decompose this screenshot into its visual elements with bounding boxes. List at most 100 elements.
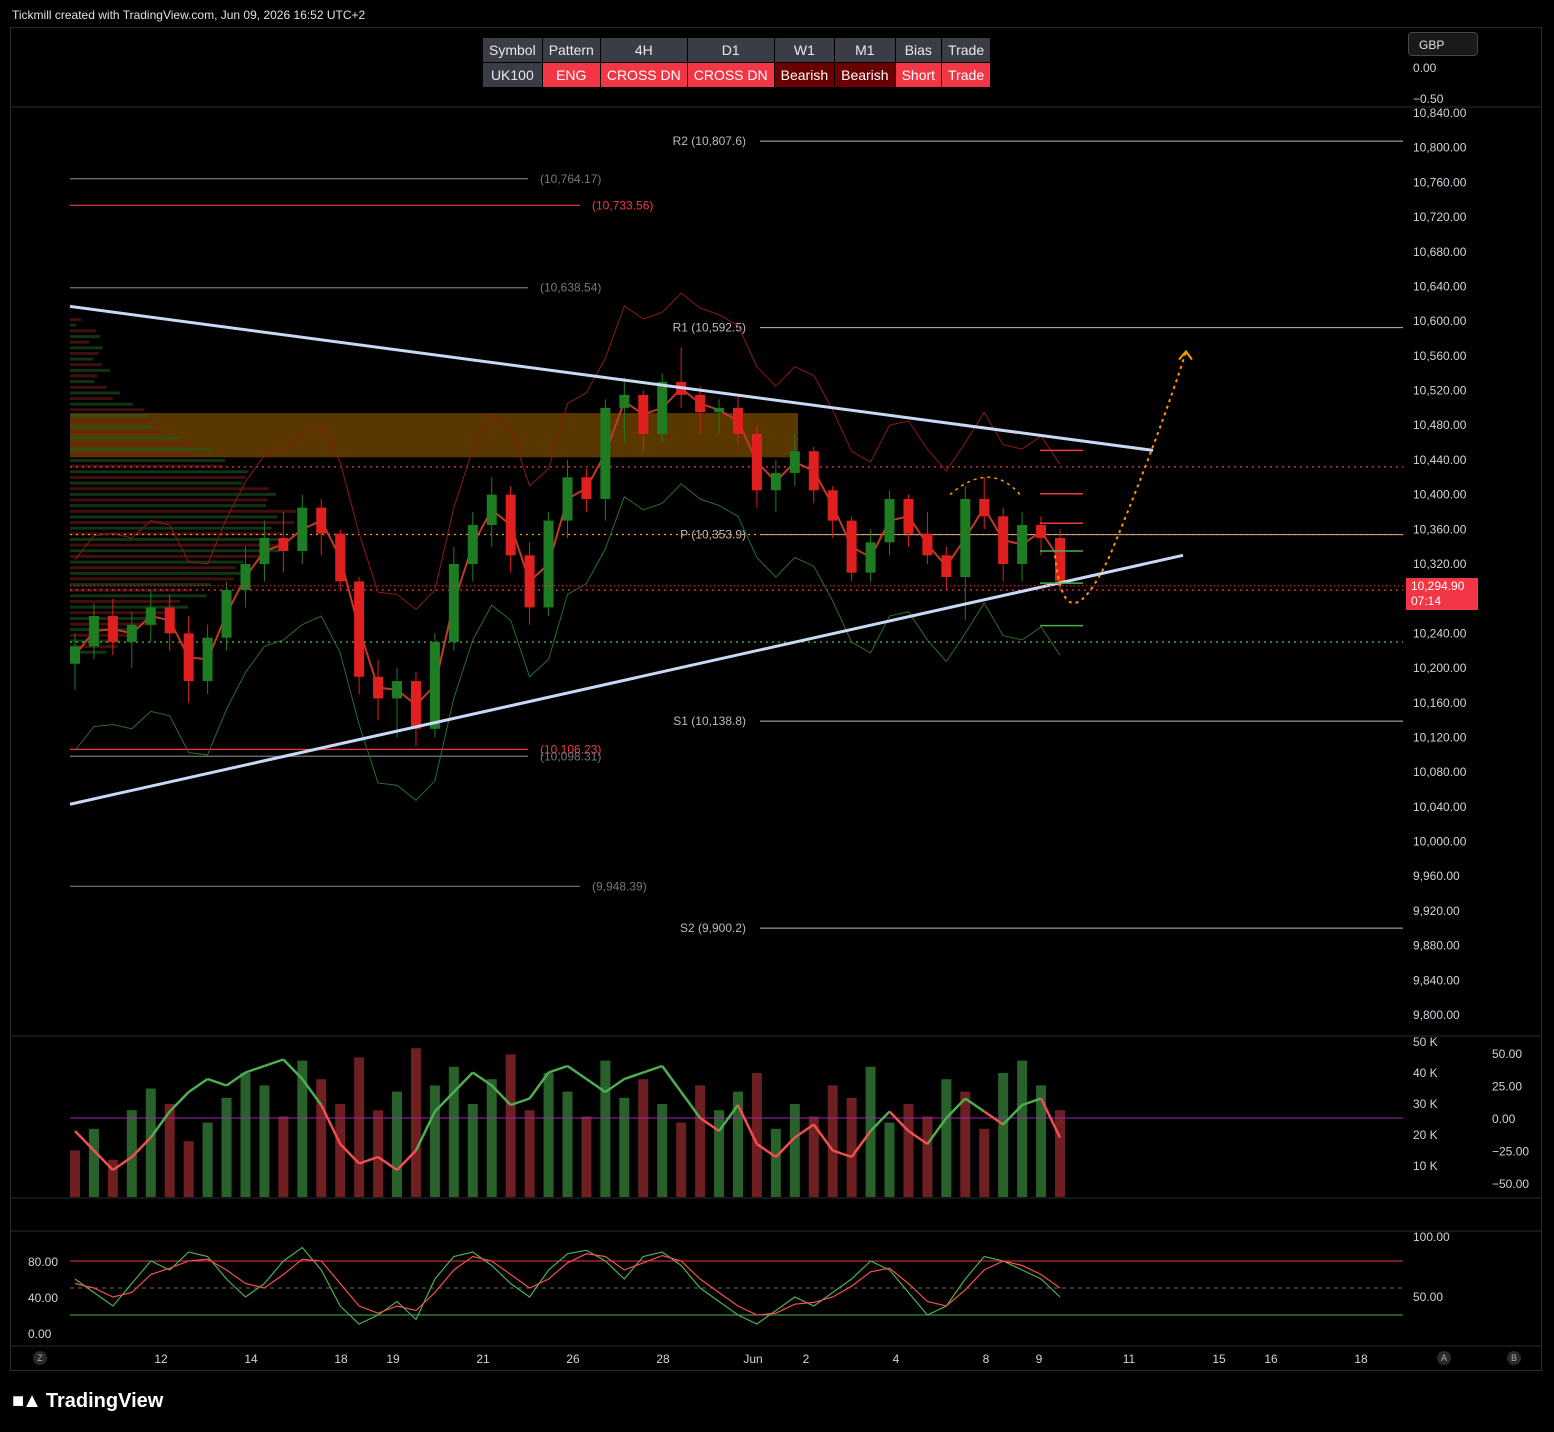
candle-body [922, 534, 932, 556]
volume-profile-bar [70, 476, 246, 479]
volume-bar [525, 1110, 535, 1197]
zoom-reset-button[interactable]: Z [33, 1351, 47, 1365]
x-axis-tick-label: 12 [154, 1352, 168, 1366]
volume-bar [922, 1116, 932, 1197]
signal-cell-m1: Bearish [835, 63, 894, 87]
candle-body [411, 681, 421, 729]
y-axis-tick-label: 10,440.00 [1413, 453, 1467, 467]
volume-axis-tick: 50 K [1413, 1035, 1438, 1049]
candle-body [960, 499, 970, 577]
stoch-axis-tick-left: 40.00 [28, 1291, 58, 1305]
y-axis-tick-label: 10,760.00 [1413, 175, 1467, 189]
volume-profile-bar [70, 425, 149, 428]
candle-body [600, 408, 610, 499]
volume-profile-bar [70, 335, 100, 338]
candle-body [771, 473, 781, 490]
x-axis-tick-label: 19 [386, 1352, 400, 1366]
signal-cell-4h: CROSS DN [601, 63, 687, 87]
oscillator-axis-tick: 50.00 [1492, 1047, 1522, 1061]
volume-profile-bar [70, 437, 180, 440]
candle-body [866, 542, 876, 572]
volume-profile-bar [70, 594, 207, 597]
candle-body [525, 555, 535, 607]
volume-profile-bar [70, 561, 243, 564]
volume-bar [1055, 1110, 1065, 1197]
chart-canvas[interactable]: 0.00 −0.5010,840.00 10,800.00 10,760.00 10,7… [0, 0, 1554, 1432]
signal-table-row: UK100 ENG CROSS DN CROSS DN Bearish Bear… [483, 63, 990, 87]
y-axis-tick-label: 10,000.00 [1413, 835, 1467, 849]
stoch-axis-tick-left: 0.00 [28, 1327, 52, 1341]
y-axis-tick-label: 10,800.00 [1413, 141, 1467, 155]
volume-profile-bar [70, 459, 225, 462]
oscillator-line-segment [624, 1073, 643, 1080]
x-axis-tick-label: 9 [1036, 1352, 1043, 1366]
oscillator-line-segment [473, 1073, 492, 1086]
y-axis-tick-label: 10,520.00 [1413, 384, 1467, 398]
pivot-level-label: R1 (10,592.5) [673, 321, 746, 335]
volume-profile-bar [70, 583, 211, 586]
signal-cell-w1: Bearish [775, 63, 834, 87]
x-axis-tick-label: 2 [803, 1352, 810, 1366]
volume-profile-bar [70, 465, 223, 468]
volume-profile-bar [70, 600, 180, 603]
volume-axis-tick: 30 K [1413, 1097, 1438, 1111]
candle-body [354, 581, 364, 676]
volume-profile [70, 318, 296, 654]
candle-body [638, 395, 648, 434]
volume-profile-bar [70, 397, 113, 400]
volume-bar [506, 1054, 516, 1197]
candle-body [430, 642, 440, 729]
currency-selector[interactable]: GBP [1408, 32, 1478, 56]
volume-bar [581, 1116, 591, 1197]
y-axis-tick-label: 9,960.00 [1413, 869, 1460, 883]
volume-bar [240, 1073, 250, 1197]
tradingview-wordmark: TradingView [46, 1390, 163, 1413]
signal-header-cell: D1 [688, 38, 774, 62]
top-scale-tick: −0.50 [1413, 92, 1444, 106]
candle-body [259, 538, 269, 564]
volume-profile-bar [70, 572, 249, 575]
candle-body [392, 681, 402, 698]
x-axis-tick-label: 14 [244, 1352, 258, 1366]
volume-bar [430, 1085, 440, 1197]
volume-bar [354, 1058, 364, 1198]
volume-profile-bar [70, 442, 190, 445]
volume-bar [278, 1116, 288, 1197]
oscillator-axis-tick: 25.00 [1492, 1080, 1522, 1094]
candle-body [714, 408, 724, 412]
volume-profile-bar [70, 374, 97, 377]
signal-cell-trade: Trade [942, 63, 990, 87]
projection-path [1055, 352, 1186, 604]
oscillator-axis-tick: −25.00 [1492, 1145, 1529, 1159]
x-axis-tick-label: 16 [1264, 1352, 1278, 1366]
volume-bar [89, 1129, 99, 1197]
oscillator-line-segment [568, 1066, 587, 1079]
volume-bar [1017, 1061, 1027, 1197]
volume-profile-bar [70, 577, 234, 580]
candle-body [998, 516, 1008, 564]
log-scale-button[interactable]: B [1507, 1351, 1521, 1365]
y-axis-tick-label: 9,920.00 [1413, 904, 1460, 918]
candle-body [809, 451, 819, 490]
signal-cell-bias: Short [896, 63, 941, 87]
signal-header-cell: 4H [601, 38, 687, 62]
candle-body [146, 607, 156, 624]
oscillator-line-segment [662, 1066, 681, 1092]
volume-profile-bar [70, 391, 120, 394]
candle-body [790, 451, 800, 473]
horizontal-level-label: (10,764.17) [540, 172, 601, 186]
volume-bar [411, 1048, 421, 1197]
auto-scale-button[interactable]: A [1437, 1351, 1451, 1365]
signal-cell-symbol: UK100 [483, 63, 542, 87]
signal-header-cell: M1 [835, 38, 894, 62]
candle-body [487, 495, 497, 525]
volume-profile-bar [70, 566, 236, 569]
horizontal-level-label: (10,098.31) [540, 749, 601, 763]
volume-profile-bar [70, 510, 296, 513]
y-axis-tick-label: 10,040.00 [1413, 800, 1467, 814]
volume-profile-bar [70, 453, 196, 456]
candle-body [335, 534, 345, 582]
y-axis-tick-label: 10,360.00 [1413, 522, 1467, 536]
volume-bar [695, 1085, 705, 1197]
volume-bar [1036, 1085, 1046, 1197]
